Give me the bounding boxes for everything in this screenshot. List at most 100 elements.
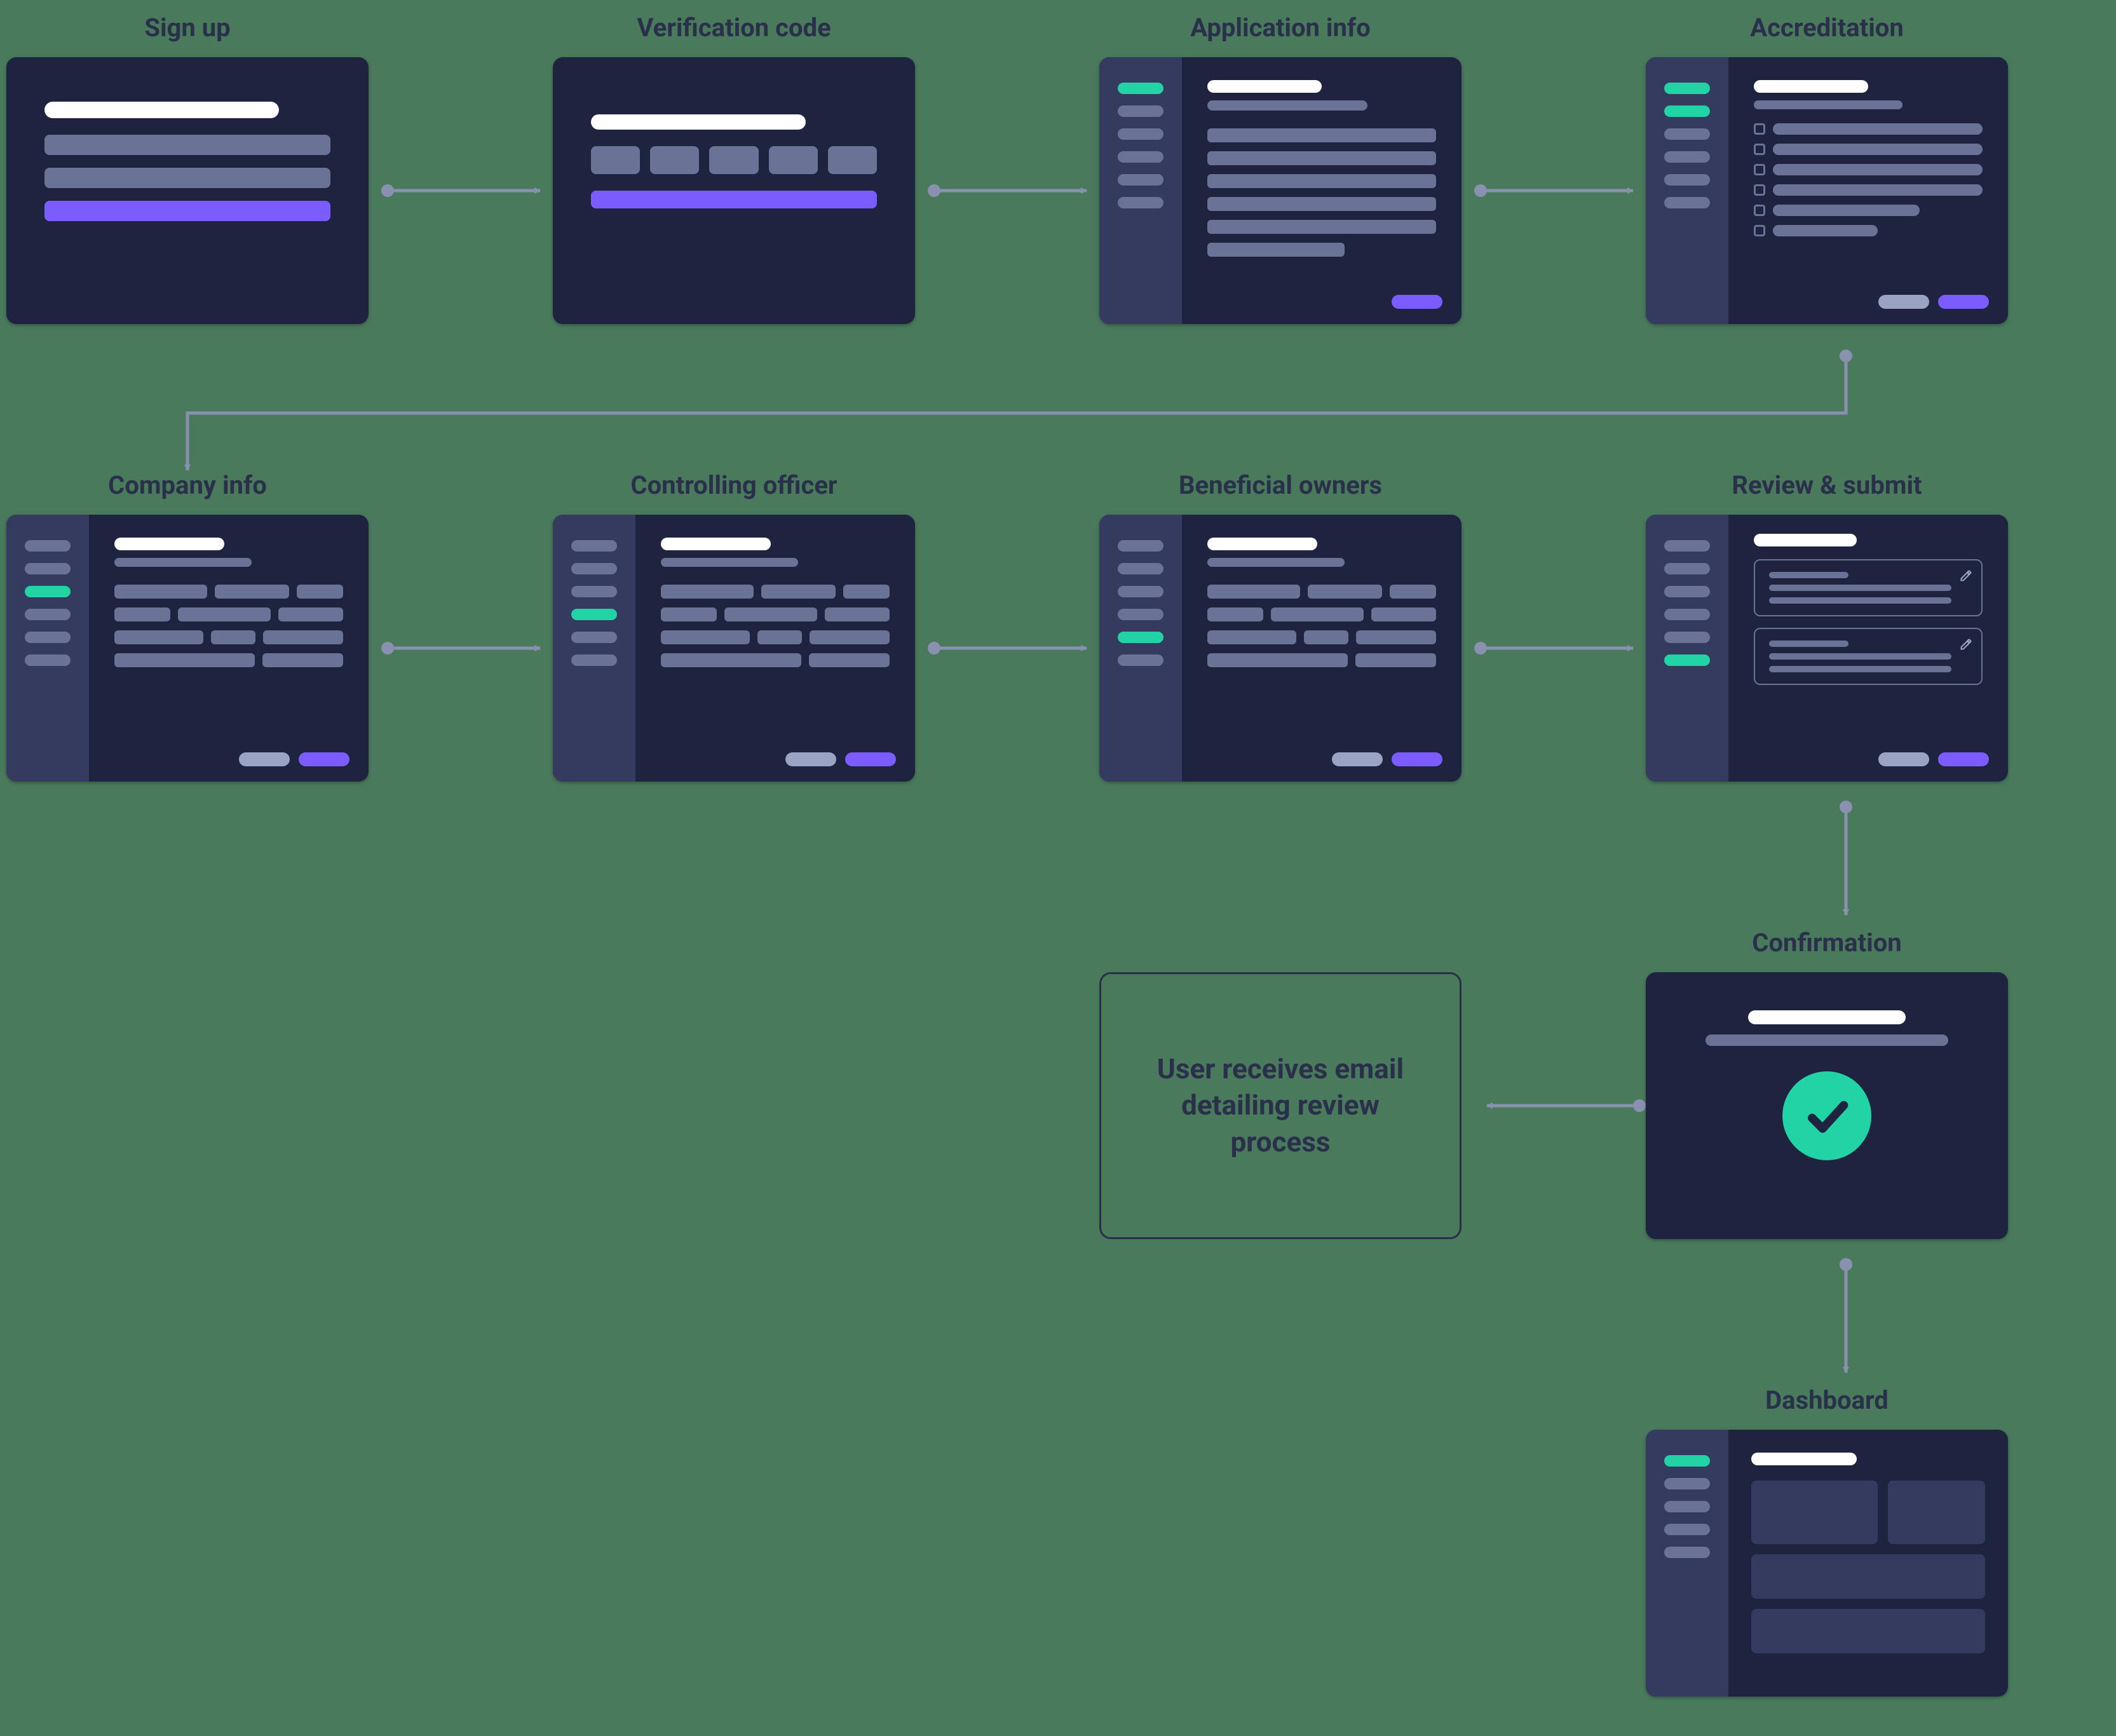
card-review-submit [1646,515,2008,782]
option-line [1773,164,1983,175]
nav-item [1664,563,1710,574]
nav-item [1118,563,1163,574]
content-title-line [114,538,224,550]
nav-item [571,540,617,552]
owners-content [1182,515,1462,782]
step-title-confirmation: Confirmation [1646,928,2008,958]
checkbox-icon [1754,184,1765,196]
step-title-company: Company info [6,470,369,500]
next-button [1938,295,1989,309]
nav-item [1118,586,1163,597]
nav-item [25,540,71,552]
review-sidebar [1646,515,1728,782]
nav-item [571,586,617,597]
form-field [661,653,801,667]
next-button [1392,752,1442,766]
checkbox-icon [1754,144,1765,155]
nav-item [1664,151,1710,163]
text-line-short [1207,243,1345,257]
company-content [89,515,369,782]
card-confirmation [1646,972,2008,1239]
nav-item [1118,151,1163,163]
form-field [263,630,343,644]
back-button [239,752,290,766]
checkbox-icon [1754,205,1765,216]
edit-icon [1960,569,1972,586]
code-digit-3 [709,146,758,174]
form-field [114,585,207,599]
next-button [1392,295,1442,309]
footer-buttons [785,752,896,766]
footer-buttons [1878,752,1989,766]
form-field [114,653,255,667]
form-field [661,607,717,621]
option-line [1773,123,1983,135]
nav-item [1118,654,1163,666]
email-note-box: User receives email detailing review pro… [1099,972,1462,1239]
nav-item [571,632,617,643]
nav-item [1118,540,1163,552]
nav-item-active [571,609,617,620]
step-title-appinfo: Application info [1099,13,1462,43]
card-dashboard [1646,1430,2008,1697]
content-subtitle-line [114,558,252,567]
summary-line [1769,572,1848,578]
content-title-line [661,538,771,550]
content-title-line [1754,534,1857,546]
form-field [661,630,750,644]
dashboard-sidebar [1646,1430,1728,1697]
nav-item [1664,1524,1710,1535]
dashboard-widget [1888,1481,1985,1544]
nav-item [1118,105,1163,117]
summary-line [1769,666,1951,672]
form-field [724,607,817,621]
nav-item-active [1118,83,1163,94]
code-digit-1 [591,146,640,174]
code-digit-2 [650,146,699,174]
content-title-line [1754,80,1868,93]
step-title-dashboard: Dashboard [1646,1385,2008,1415]
code-digit-5 [828,146,877,174]
back-button [1878,752,1929,766]
card-company-info [6,515,369,782]
nav-item [25,632,71,643]
footer-buttons [1878,295,1989,309]
nav-item-active [1664,654,1710,666]
form-field [1304,630,1348,644]
content-subtitle-line [1754,100,1902,109]
form-field [114,607,170,621]
back-button [1332,752,1383,766]
company-sidebar [6,515,89,782]
nav-item-active [1664,105,1710,117]
form-field [262,653,343,667]
checkbox-icon [1754,225,1765,236]
nav-item [1664,174,1710,186]
content-title-line [1207,80,1322,93]
text-line [1207,128,1436,142]
edit-icon [1960,638,1972,654]
text-line [1207,220,1436,234]
option-line [1773,225,1878,236]
form-field [211,630,255,644]
nav-item [25,654,71,666]
summary-line [1769,653,1951,660]
confirmation-subtitle-line [1706,1034,1949,1046]
summary-line [1769,585,1951,591]
email-note-text: User receives email detailing review pro… [1139,1051,1421,1160]
content-subtitle-line [661,558,798,567]
form-field [1207,630,1296,644]
nav-item-active [1664,83,1710,94]
nav-item [25,609,71,620]
review-content [1728,515,2008,782]
officer-sidebar [553,515,635,782]
form-field [810,630,890,644]
form-field [809,653,890,667]
form-field [1271,607,1364,621]
nav-item-active [1664,1455,1710,1467]
form-field [757,630,802,644]
success-check-icon [1782,1071,1871,1160]
app-info-sidebar [1099,57,1182,324]
form-field [1356,630,1436,644]
content-subtitle-line [1207,558,1345,567]
text-line [1207,197,1436,211]
